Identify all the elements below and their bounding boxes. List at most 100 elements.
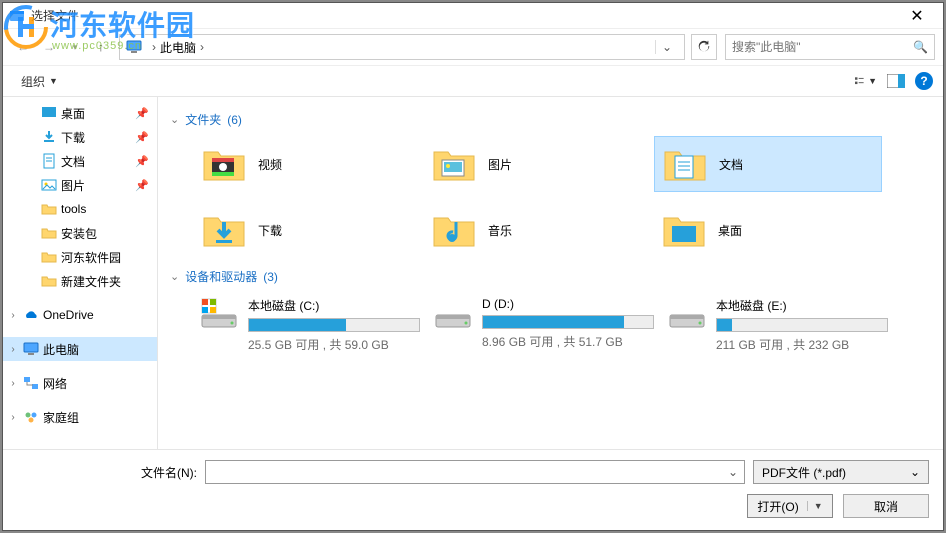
drive-usage-bar xyxy=(716,318,888,332)
sidebar-item-label: 文档 xyxy=(61,153,85,170)
group-count: (3) xyxy=(263,270,278,284)
drive-e[interactable]: 本地磁盘 (E:) 211 GB 可用 , 共 232 GB xyxy=(662,293,894,357)
sidebar-item-network[interactable]: › 网络 xyxy=(3,371,157,395)
desktop-icon xyxy=(41,105,57,121)
refresh-button[interactable] xyxy=(691,34,717,60)
sidebar-item-tools[interactable]: tools xyxy=(3,197,157,221)
picture-icon xyxy=(41,177,57,193)
drive-usage-bar xyxy=(248,318,420,332)
sidebar-item-documents[interactable]: 文档 📌 xyxy=(3,149,157,173)
expand-icon[interactable]: › xyxy=(7,344,19,355)
onedrive-icon xyxy=(23,307,39,323)
group-title: 设备和驱动器 xyxy=(185,268,257,285)
expand-icon[interactable]: › xyxy=(7,378,19,389)
drive-icon xyxy=(200,297,238,331)
drive-subtext: 211 GB 可用 , 共 232 GB xyxy=(716,336,888,353)
open-button[interactable]: 打开(O) ▼ xyxy=(747,494,833,518)
app-icon xyxy=(9,8,25,24)
sidebar: 桌面 📌 下载 📌 文档 📌 图片 📌 tools xyxy=(3,97,158,449)
drive-icon xyxy=(434,297,472,331)
view-options-button[interactable]: ▼ xyxy=(855,71,877,91)
content-area: ⌄ 文件夹 (6) 视频 图片 文档 xyxy=(158,97,943,449)
refresh-icon xyxy=(697,40,711,54)
document-icon xyxy=(41,153,57,169)
toolbar: 组织 ▼ ▼ ? xyxy=(3,65,943,97)
sidebar-item-install[interactable]: 安装包 xyxy=(3,221,157,245)
window-title: 选择文件 xyxy=(31,7,897,24)
sidebar-item-label: 图片 xyxy=(61,177,85,194)
sidebar-item-label: 河东软件园 xyxy=(61,249,121,266)
sidebar-item-label: 下载 xyxy=(61,129,85,146)
chevron-down-icon: ▼ xyxy=(49,76,58,86)
sidebar-item-thispc[interactable]: › 此电脑 xyxy=(3,337,157,361)
chevron-right-icon[interactable]: › xyxy=(196,40,208,54)
sidebar-item-downloads[interactable]: 下载 📌 xyxy=(3,125,157,149)
group-drives-header[interactable]: ⌄ 设备和驱动器 (3) xyxy=(170,268,931,285)
chevron-down-icon[interactable]: ▼ xyxy=(807,501,823,511)
folder-desktop[interactable]: 桌面 xyxy=(654,202,882,258)
drive-c[interactable]: 本地磁盘 (C:) 25.5 GB 可用 , 共 59.0 GB xyxy=(194,293,426,357)
organize-button[interactable]: 组织 ▼ xyxy=(13,69,66,94)
expand-icon[interactable]: › xyxy=(7,412,19,423)
breadcrumb[interactable]: › 此电脑 › ⌄ xyxy=(119,34,685,60)
folder-label: 下载 xyxy=(258,222,282,239)
sidebar-item-label: 网络 xyxy=(43,375,67,392)
folder-video[interactable]: 视频 xyxy=(194,136,422,192)
nav-up-button[interactable]: ↑ xyxy=(89,35,113,59)
folder-pictures[interactable]: 图片 xyxy=(424,136,652,192)
group-title: 文件夹 xyxy=(185,111,221,128)
drive-label: 本地磁盘 (E:) xyxy=(716,297,888,314)
folder-music[interactable]: 音乐 xyxy=(424,202,652,258)
drive-icon xyxy=(668,297,706,331)
sidebar-item-newfolder[interactable]: 新建文件夹 xyxy=(3,269,157,293)
pin-icon: 📌 xyxy=(135,107,149,120)
cancel-button[interactable]: 取消 xyxy=(843,494,929,518)
search-input[interactable]: 🔍 xyxy=(725,34,935,60)
breadcrumb-location[interactable]: 此电脑 xyxy=(160,39,196,56)
sidebar-item-hedong[interactable]: 河东软件园 xyxy=(3,245,157,269)
cancel-label: 取消 xyxy=(874,498,898,515)
folder-documents[interactable]: 文档 xyxy=(654,136,882,192)
pin-icon: 📌 xyxy=(135,131,149,144)
document-folder-icon xyxy=(663,142,707,186)
sidebar-item-label: 家庭组 xyxy=(43,409,79,426)
folder-label: 文档 xyxy=(719,156,743,173)
filename-field[interactable] xyxy=(212,465,722,479)
thispc-icon xyxy=(23,341,39,357)
chevron-right-icon[interactable]: › xyxy=(148,40,160,54)
drive-usage-bar xyxy=(482,315,654,329)
drive-label: 本地磁盘 (C:) xyxy=(248,297,420,314)
navbar: ← → ▾ ↑ › 此电脑 › ⌄ 🔍 xyxy=(3,29,943,65)
sidebar-item-onedrive[interactable]: › OneDrive xyxy=(3,303,157,327)
folder-icon xyxy=(41,225,57,241)
sidebar-item-label: tools xyxy=(61,202,86,216)
folder-downloads[interactable]: 下载 xyxy=(194,202,422,258)
filetype-select[interactable]: PDF文件 (*.pdf) ⌄ xyxy=(753,460,929,484)
download-icon xyxy=(41,129,57,145)
close-button[interactable]: ✕ xyxy=(897,3,937,28)
nav-recent-button[interactable]: ▾ xyxy=(63,35,87,59)
filename-input[interactable]: ⌄ xyxy=(205,460,745,484)
drive-subtext: 25.5 GB 可用 , 共 59.0 GB xyxy=(248,336,420,353)
drive-d[interactable]: D (D:) 8.96 GB 可用 , 共 51.7 GB xyxy=(428,293,660,357)
sidebar-item-homegroup[interactable]: › 家庭组 xyxy=(3,405,157,429)
pin-icon: 📌 xyxy=(135,155,149,168)
music-folder-icon xyxy=(432,208,476,252)
sidebar-item-desktop[interactable]: 桌面 📌 xyxy=(3,101,157,125)
breadcrumb-dropdown[interactable]: ⌄ xyxy=(655,40,678,54)
folder-label: 桌面 xyxy=(718,222,742,239)
group-folders-header[interactable]: ⌄ 文件夹 (6) xyxy=(170,111,931,128)
filetype-label: PDF文件 (*.pdf) xyxy=(762,464,910,481)
search-icon[interactable]: 🔍 xyxy=(913,40,928,54)
preview-pane-button[interactable] xyxy=(885,71,907,91)
chevron-down-icon[interactable]: ⌄ xyxy=(722,465,738,479)
help-button[interactable]: ? xyxy=(915,72,933,90)
search-field[interactable] xyxy=(732,40,913,54)
sidebar-item-label: 此电脑 xyxy=(43,341,79,358)
expand-icon[interactable]: › xyxy=(7,310,19,321)
sidebar-item-pictures[interactable]: 图片 📌 xyxy=(3,173,157,197)
download-folder-icon xyxy=(202,208,246,252)
footer: 文件名(N): ⌄ PDF文件 (*.pdf) ⌄ 打开(O) ▼ 取消 xyxy=(3,449,943,530)
nav-back-button[interactable]: ← xyxy=(11,35,35,59)
filename-label: 文件名(N): xyxy=(17,464,197,481)
